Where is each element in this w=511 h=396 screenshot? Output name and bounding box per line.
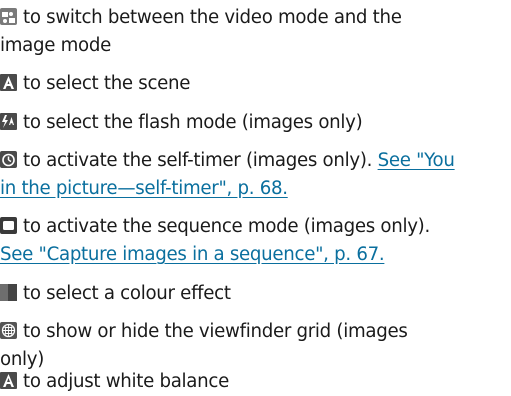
entry-text: to select the scene xyxy=(23,73,191,94)
entry-self-timer: to activate the self-timer (images only)… xyxy=(0,147,455,175)
manual-page: to switch between the video mode and the… xyxy=(0,0,511,396)
entry-link-continued: in the picture—self-timer", p. 68. xyxy=(0,175,288,203)
sequence-mode-icon xyxy=(0,217,17,234)
self-timer-link[interactable]: See "You xyxy=(378,150,455,171)
entry-text: to adjust white balance xyxy=(23,371,229,392)
flash-icon xyxy=(0,113,17,130)
entry-colour-effect: to select a colour effect xyxy=(0,280,231,308)
entry-link-line: See "Capture images in a sequence", p. 6… xyxy=(0,241,385,269)
entry-white-balance: to adjust white balance xyxy=(0,368,229,396)
colour-effect-icon xyxy=(0,284,17,301)
video-image-mode-icon xyxy=(0,8,17,25)
entry-text: to switch between the video mode and the xyxy=(23,7,402,28)
entry-flash-mode: to select the flash mode (images only) xyxy=(0,109,363,137)
viewfinder-grid-icon xyxy=(0,322,17,339)
entry-text: to show or hide the viewfinder grid (ima… xyxy=(23,321,408,342)
white-balance-icon xyxy=(0,372,17,389)
entry-text: to select a colour effect xyxy=(23,283,231,304)
entry-select-scene: to select the scene xyxy=(0,70,190,98)
entry-text: to activate the sequence mode (images on… xyxy=(23,216,430,237)
entry-switch-mode: to switch between the video mode and the xyxy=(0,4,402,32)
entry-text-continued: image mode xyxy=(0,35,112,56)
entry-text: to select the flash mode (images only) xyxy=(23,112,363,133)
self-timer-icon xyxy=(0,151,17,168)
self-timer-link-continued[interactable]: in the picture—self-timer", p. 68. xyxy=(0,178,288,199)
entry-viewfinder-grid: to show or hide the viewfinder grid (ima… xyxy=(0,318,408,346)
entry-sequence-mode: to activate the sequence mode (images on… xyxy=(0,213,430,241)
scene-icon xyxy=(0,74,17,91)
entry-text: to activate the self-timer (images only)… xyxy=(23,150,373,171)
sequence-link[interactable]: See "Capture images in a sequence", p. 6… xyxy=(0,244,385,265)
